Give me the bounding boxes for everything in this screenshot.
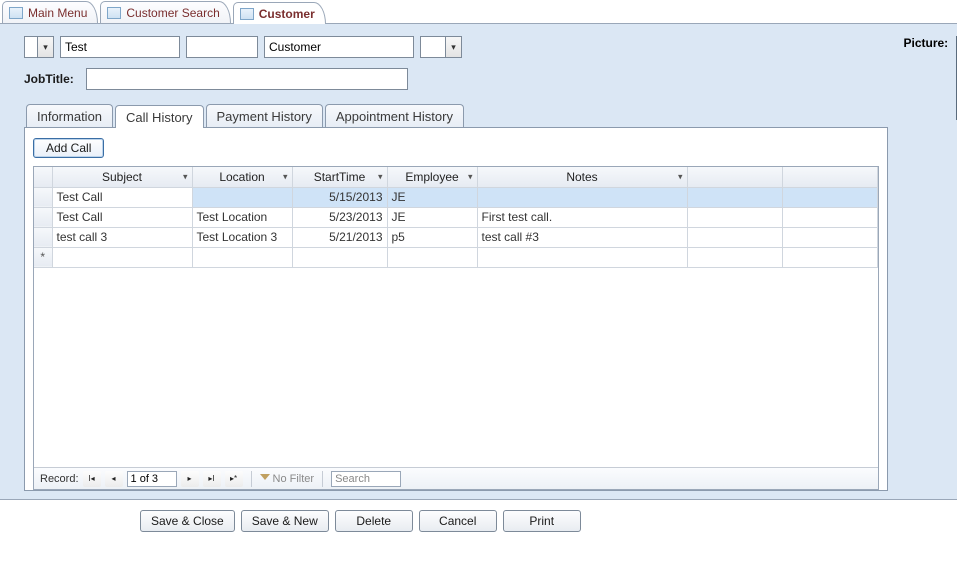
- inner-tab-label: Payment History: [217, 109, 312, 124]
- table-row[interactable]: test call 3 Test Location 3 5/21/2013 p5…: [34, 227, 877, 247]
- delete-button[interactable]: Delete: [335, 510, 413, 532]
- nav-first-button[interactable]: I◂: [83, 471, 101, 487]
- cell-employee[interactable]: p5: [387, 227, 477, 247]
- print-button[interactable]: Print: [503, 510, 581, 532]
- jobtitle-label: JobTitle:: [24, 72, 74, 86]
- save-new-button[interactable]: Save & New: [241, 510, 329, 532]
- column-header-employee[interactable]: Employee▾: [387, 167, 477, 187]
- last-name-input[interactable]: [264, 36, 414, 58]
- chevron-down-icon[interactable]: ▾: [468, 171, 473, 182]
- form-icon: [107, 7, 121, 19]
- middle-input[interactable]: [186, 36, 258, 58]
- tab-information[interactable]: Information: [26, 104, 113, 127]
- inner-tab-label: Information: [37, 109, 102, 124]
- inner-tab-bar: Information Call History Payment History…: [24, 104, 888, 127]
- cell-notes[interactable]: First test call.: [477, 207, 687, 227]
- jobtitle-input[interactable]: [86, 68, 408, 90]
- filter-label: No Filter: [273, 473, 315, 485]
- call-datasheet: Subject▾ Location▾ StartTime▾ Employee▾ …: [33, 166, 879, 490]
- row-selector[interactable]: [34, 187, 52, 207]
- object-tab-main-menu[interactable]: Main Menu: [2, 1, 98, 23]
- nav-prev-button[interactable]: ◂: [105, 471, 123, 487]
- object-tab-label: Customer: [259, 7, 315, 21]
- cell-location[interactable]: Test Location: [192, 207, 292, 227]
- column-header-location[interactable]: Location▾: [192, 167, 292, 187]
- table-row[interactable]: Test Call Test Location 5/23/2013 JE Fir…: [34, 207, 877, 227]
- record-search-input[interactable]: [331, 471, 401, 487]
- separator: [322, 471, 323, 487]
- tab-call-history[interactable]: Call History: [115, 105, 203, 128]
- cancel-button[interactable]: Cancel: [419, 510, 497, 532]
- add-call-button[interactable]: Add Call: [33, 138, 104, 158]
- chevron-down-icon[interactable]: [445, 37, 461, 57]
- column-header-notes[interactable]: Notes▾: [477, 167, 687, 187]
- call-history-panel: Add Call: [24, 127, 888, 491]
- cell-employee[interactable]: JE: [387, 187, 477, 207]
- chevron-down-icon[interactable]: ▾: [283, 171, 288, 182]
- cell-location[interactable]: [192, 187, 292, 207]
- inner-tab-label: Appointment History: [336, 109, 453, 124]
- cell-starttime[interactable]: 5/15/2013: [292, 187, 387, 207]
- column-header-subject[interactable]: Subject▾: [52, 167, 192, 187]
- cell-notes[interactable]: test call #3: [477, 227, 687, 247]
- chevron-down-icon[interactable]: [37, 37, 53, 57]
- filter-toggle[interactable]: No Filter: [260, 473, 315, 485]
- object-tab-label: Customer Search: [126, 6, 219, 20]
- object-tab-customer-search[interactable]: Customer Search: [100, 1, 230, 23]
- chevron-down-icon[interactable]: ▾: [183, 171, 188, 182]
- cell-subject[interactable]: Test Call: [52, 207, 192, 227]
- row-selector[interactable]: [34, 227, 52, 247]
- chevron-down-icon[interactable]: ▾: [378, 171, 383, 182]
- column-header-starttime[interactable]: StartTime▾: [292, 167, 387, 187]
- cell-employee[interactable]: JE: [387, 207, 477, 227]
- select-all-corner[interactable]: [34, 167, 52, 187]
- form-footer-buttons: Save & Close Save & New Delete Cancel Pr…: [0, 500, 957, 548]
- cell-notes[interactable]: [477, 187, 687, 207]
- object-tab-label: Main Menu: [28, 6, 87, 20]
- record-navigator: Record: I◂ ◂ ▸ ▸I ▸* No Filter: [34, 467, 878, 489]
- tab-payment-history[interactable]: Payment History: [206, 104, 323, 127]
- object-tab-customer[interactable]: Customer: [233, 2, 326, 24]
- new-record-marker[interactable]: *: [34, 247, 52, 267]
- chevron-down-icon[interactable]: ▾: [678, 171, 683, 182]
- datasheet-header-row: Subject▾ Location▾ StartTime▾ Employee▾ …: [34, 167, 877, 187]
- object-tab-bar: Main Menu Customer Search Customer: [0, 0, 957, 24]
- cell-starttime[interactable]: 5/23/2013: [292, 207, 387, 227]
- funnel-icon: [260, 474, 270, 484]
- row-selector[interactable]: [34, 207, 52, 227]
- cell-subject[interactable]: Test Call: [52, 187, 192, 207]
- save-close-button[interactable]: Save & Close: [140, 510, 235, 532]
- cell-location[interactable]: Test Location 3: [192, 227, 292, 247]
- picture-label: Picture:: [904, 36, 949, 50]
- nav-new-button[interactable]: ▸*: [225, 471, 243, 487]
- suffix-combo[interactable]: [420, 36, 462, 58]
- nav-last-button[interactable]: ▸I: [203, 471, 221, 487]
- separator: [251, 471, 252, 487]
- tab-appointment-history[interactable]: Appointment History: [325, 104, 464, 127]
- column-header-blank[interactable]: [687, 167, 782, 187]
- form-icon: [240, 8, 254, 20]
- cell-subject[interactable]: test call 3: [52, 227, 192, 247]
- record-label: Record:: [40, 473, 79, 485]
- column-header-blank[interactable]: [782, 167, 877, 187]
- record-position-input[interactable]: [127, 471, 177, 487]
- prefix-combo[interactable]: [24, 36, 54, 58]
- cell-starttime[interactable]: 5/21/2013: [292, 227, 387, 247]
- form-icon: [9, 7, 23, 19]
- table-row[interactable]: Test Call 5/15/2013 JE: [34, 187, 877, 207]
- form-header-area: JobTitle: Information Call History Payme…: [0, 24, 957, 500]
- first-name-input[interactable]: [60, 36, 180, 58]
- inner-tab-label: Call History: [126, 110, 192, 125]
- nav-next-button[interactable]: ▸: [181, 471, 199, 487]
- new-record-row[interactable]: *: [34, 247, 877, 267]
